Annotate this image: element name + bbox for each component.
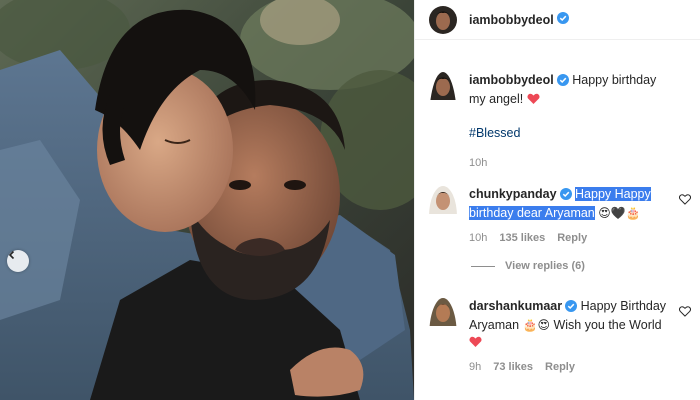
comment-likes[interactable]: 135 likes — [499, 230, 545, 247]
heart-outline-icon[interactable] — [678, 194, 692, 208]
reply-button[interactable]: Reply — [557, 230, 587, 247]
commenter-avatar[interactable] — [429, 298, 457, 376]
verified-badge-icon — [559, 188, 572, 205]
post-side-panel: iambobbydeol iambobbydeol Happy birthday… — [414, 0, 700, 400]
hashtag-link[interactable]: #Blessed — [469, 126, 520, 140]
photo-illustration — [0, 0, 414, 400]
commenter-avatar[interactable] — [429, 186, 457, 247]
comment-meta: 9h 73 likes Reply — [469, 359, 675, 376]
verified-badge-icon — [556, 74, 569, 91]
caption-hashtag-line: #Blessed — [469, 125, 675, 142]
comment-emojis: 🎂😍 — [522, 318, 550, 332]
comment-message-part2: Wish you the World — [553, 318, 662, 332]
previous-photo-button[interactable] — [7, 250, 29, 272]
comment-body: chunkypanday Happy Happy birthday dear A… — [469, 186, 675, 247]
reply-button[interactable]: Reply — [545, 359, 575, 376]
caption-time[interactable]: 10h — [469, 155, 487, 172]
verified-badge-icon — [565, 300, 578, 317]
heart-emoji-icon — [469, 335, 482, 349]
comment-emojis: 😍🖤🎂 — [598, 206, 641, 220]
comment-text: darshankumaar Happy Birthday Aryaman 🎂😍 … — [469, 298, 675, 351]
post-header: iambobbydeol — [415, 0, 700, 40]
heart-outline-icon[interactable] — [678, 306, 692, 320]
instagram-post-modal: iambobbydeol iambobbydeol Happy birthday… — [0, 0, 700, 400]
comment-body: darshankumaar Happy Birthday Aryaman 🎂😍 … — [469, 298, 675, 376]
comment-meta: 10h 135 likes Reply — [469, 230, 675, 247]
author-username[interactable]: iambobbydeol — [469, 13, 554, 27]
caption-body: iambobbydeol Happy birthday my angel! #B… — [469, 72, 675, 172]
commenter-username[interactable]: chunkypanday — [469, 187, 557, 201]
comment-time[interactable]: 9h — [469, 359, 481, 376]
caption-avatar[interactable] — [429, 72, 457, 172]
caption-meta: 10h — [469, 155, 675, 172]
view-replies-label: View replies (6) — [505, 260, 585, 272]
post-photo[interactable] — [0, 0, 414, 400]
caption: iambobbydeol Happy birthday my angel! #B… — [429, 72, 695, 172]
replies-divider — [471, 265, 495, 267]
verified-badge-icon — [556, 12, 569, 27]
comment-likes[interactable]: 73 likes — [493, 359, 533, 376]
commenter-username[interactable]: darshankumaar — [469, 299, 562, 313]
comment-time[interactable]: 10h — [469, 230, 487, 247]
comment-darshankumaar: darshankumaar Happy Birthday Aryaman 🎂😍 … — [429, 298, 695, 376]
view-replies-button[interactable]: View replies (6) — [471, 260, 585, 272]
caption-username[interactable]: iambobbydeol — [469, 73, 554, 87]
comment-text: chunkypanday Happy Happy birthday dear A… — [469, 186, 675, 222]
caption-text: iambobbydeol Happy birthday my angel! — [469, 72, 675, 108]
author-avatar[interactable] — [429, 5, 457, 34]
heart-emoji-icon — [527, 92, 540, 106]
comment-chunkypanday: chunkypanday Happy Happy birthday dear A… — [429, 186, 695, 247]
